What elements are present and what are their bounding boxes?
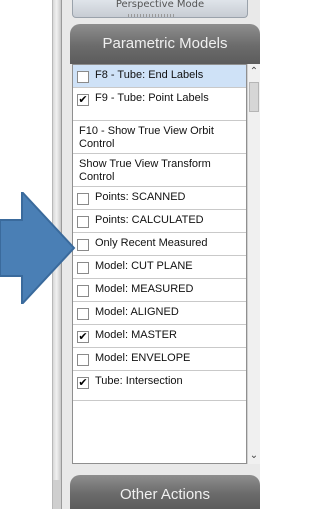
item-label: Model: CUT PLANE [95, 260, 193, 272]
list-item[interactable]: ✔ F9 - Tube: Point Labels [73, 88, 246, 121]
item-label: F8 - Tube: End Labels [95, 69, 204, 81]
previous-section-label: Perspective Mode [115, 0, 205, 10]
list-item[interactable]: ✔ Model: MASTER [73, 325, 246, 348]
scroll-thumb[interactable] [249, 82, 259, 112]
list-item[interactable]: Model: ALIGNED [73, 302, 246, 325]
list-item[interactable]: Model: ENVELOPE [73, 348, 246, 371]
item-label: Points: CALCULATED [95, 214, 204, 226]
list-item[interactable]: Only Recent Measured [73, 233, 246, 256]
item-label: Model: MEASURED [95, 283, 194, 295]
grip-handle[interactable] [128, 14, 174, 17]
item-checkbox[interactable]: ✔ [77, 377, 89, 389]
list-item[interactable]: F8 - Tube: End Labels [73, 65, 246, 88]
item-checkbox[interactable] [77, 308, 89, 320]
item-label: F10 - Show True View Orbit Control [79, 125, 214, 150]
chevron-down-icon[interactable]: ⌄ [248, 448, 260, 464]
item-checkbox[interactable]: ✔ [77, 331, 89, 343]
item-label: Show True View Transform Control [79, 158, 211, 183]
section-title: Parametric Models [102, 35, 228, 52]
section-header-parametric-models[interactable]: Parametric Models [70, 24, 260, 64]
next-section-title: Other Actions [119, 486, 211, 503]
options-list: F8 - Tube: End Labels ✔ F9 - Tube: Point L… [72, 64, 247, 464]
workspace-scrollbar-corner [52, 480, 62, 509]
side-panel: Perspective Mode Parametric Models F8 - … [62, 0, 260, 509]
item-label: Tube: Intersection [95, 375, 183, 387]
item-checkbox[interactable]: ✔ [77, 94, 89, 106]
item-label: Points: SCANNED [95, 191, 186, 203]
item-checkbox[interactable] [77, 71, 89, 83]
annotation-arrow-icon [0, 192, 76, 304]
list-item[interactable]: ✔ Tube: Intersection [73, 371, 246, 401]
item-label: Only Recent Measured [95, 237, 208, 249]
item-label: Model: ALIGNED [95, 306, 179, 318]
list-item[interactable]: F10 - Show True View Orbit Control [73, 121, 246, 154]
chevron-up-icon[interactable]: ⌃ [248, 64, 260, 80]
item-label: Model: MASTER [95, 329, 177, 341]
item-checkbox[interactable] [77, 354, 89, 366]
item-label: F9 - Tube: Point Labels [95, 92, 209, 104]
list-scrollbar[interactable]: ⌃ ⌄ [247, 64, 260, 464]
item-label: Model: ENVELOPE [95, 352, 191, 364]
list-item[interactable]: Show True View Transform Control [73, 154, 246, 187]
list-item[interactable]: Points: CALCULATED [73, 210, 246, 233]
list-item[interactable]: Model: CUT PLANE [73, 256, 246, 279]
list-item[interactable]: Model: MEASURED [73, 279, 246, 302]
section-header-other-actions[interactable]: Other Actions [70, 475, 260, 509]
list-item[interactable]: Points: SCANNED [73, 187, 246, 210]
